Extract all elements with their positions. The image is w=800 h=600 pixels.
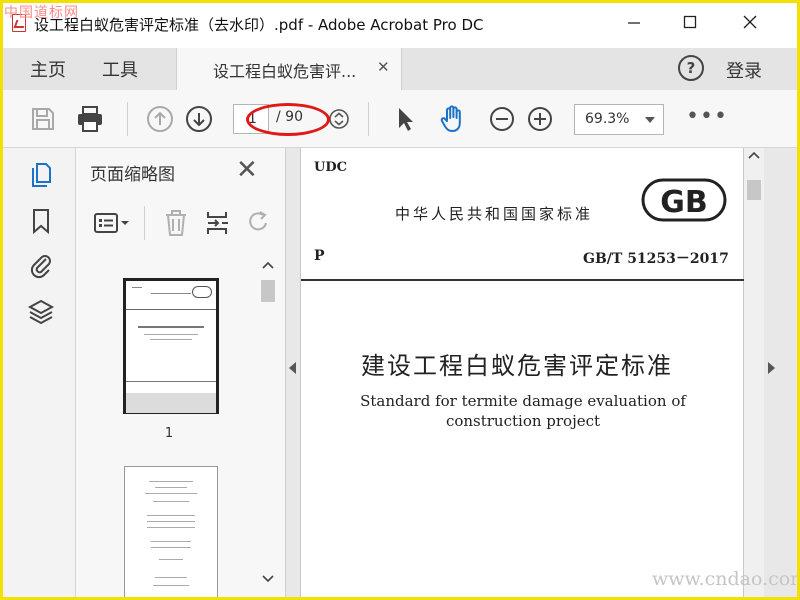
minimize-icon — [628, 22, 640, 24]
next-page-button[interactable] — [184, 104, 214, 134]
toolbar: 1 / 90 69.3% ••• — [0, 90, 800, 148]
trash-icon — [166, 210, 186, 236]
maximize-icon — [683, 15, 697, 29]
save-button[interactable] — [28, 104, 58, 134]
page-stepper-icon — [329, 109, 349, 129]
page-thumbnails-button[interactable] — [26, 160, 56, 190]
layers-icon — [27, 299, 55, 325]
page-thumbnail-number: 1 — [164, 426, 174, 441]
select-pointer-icon — [399, 108, 413, 131]
maximize-button[interactable] — [670, 8, 710, 40]
panel-close-button[interactable]: ✕ — [236, 156, 258, 184]
document-tab-close-button[interactable]: ✕ — [377, 58, 390, 76]
pdf-page: UDC 中华人民共和国国家标准 GB P GB/T 51253－2017 建设工… — [300, 148, 745, 600]
menu-bar: 主页 工具 设工程白蚁危害评... ✕ ? 登录 — [0, 48, 800, 90]
layers-button[interactable] — [26, 296, 56, 326]
insert-page-icon — [207, 212, 228, 234]
print-icon — [78, 106, 102, 132]
minimize-button[interactable] — [614, 8, 654, 40]
select-tool-button[interactable] — [390, 104, 420, 134]
document-title-chinese: 建设工程白蚁危害评定标准 — [361, 352, 673, 380]
zoom-level-select[interactable]: 69.3% — [574, 104, 664, 135]
standard-code: GB/T 51253－2017 — [583, 251, 729, 267]
attachments-button[interactable] — [26, 250, 56, 280]
document-title-english-line1: Standard for termite damage evaluation o… — [360, 392, 686, 410]
zoom-in-button[interactable] — [525, 104, 555, 134]
panel-separator — [144, 206, 145, 240]
collapse-left-panel-icon[interactable] — [289, 362, 296, 374]
chevron-up-icon[interactable] — [744, 150, 764, 164]
attachments-icon — [30, 255, 51, 279]
bookmarks-icon — [33, 209, 49, 235]
national-standard-heading: 中华人民共和国国家标准 — [395, 205, 594, 223]
insert-page-button[interactable] — [202, 206, 234, 240]
close-icon — [743, 15, 757, 29]
expand-right-panel-icon[interactable] — [768, 362, 775, 374]
gb-standard-logo: GB — [641, 178, 727, 222]
chevron-down-icon — [645, 117, 655, 123]
options-menu-icon — [94, 213, 129, 233]
bookmarks-button[interactable] — [26, 206, 56, 236]
help-icon[interactable]: ? — [678, 55, 704, 81]
previous-page-button[interactable] — [145, 104, 175, 134]
page-thumbnail[interactable] — [123, 278, 219, 414]
document-tab-label: 设工程白蚁危害评... — [213, 62, 357, 81]
navigation-rail — [0, 148, 76, 600]
udc-label: UDC — [314, 160, 347, 175]
panel-title: 页面缩略图 — [90, 165, 175, 185]
red-annotation-ellipse — [246, 103, 330, 136]
thumbnail-options-button[interactable] — [90, 206, 134, 240]
login-button[interactable]: 登录 — [726, 57, 762, 83]
watermark-bottom-right: www.cndao.com — [652, 568, 800, 590]
thumbnail-scrollbar[interactable] — [258, 260, 278, 600]
svg-text:GB: GB — [660, 185, 708, 220]
toolbar-separator — [368, 102, 369, 136]
save-icon — [32, 108, 54, 130]
delete-page-button[interactable] — [160, 206, 192, 240]
chevron-down-icon[interactable] — [258, 574, 278, 588]
title-bar: 中国道标网 设工程白蚁危害评定标准（去水印）.pdf - Adobe Acrob… — [0, 0, 800, 48]
menu-tools[interactable]: 工具 — [102, 56, 138, 82]
rotate-page-button[interactable] — [244, 206, 274, 240]
chevron-up-icon[interactable] — [258, 260, 278, 274]
page-divider — [301, 279, 745, 281]
page-down-icon — [186, 106, 212, 132]
rotate-icon — [249, 211, 267, 231]
hand-tool-button[interactable] — [438, 104, 468, 134]
toolbar-separator — [127, 102, 128, 136]
zoom-in-icon — [528, 107, 552, 131]
scrollbar-thumb[interactable] — [747, 180, 761, 200]
document-tab[interactable]: 设工程白蚁危害评... ✕ — [176, 48, 402, 90]
menu-home[interactable]: 主页 — [30, 56, 66, 82]
page-thumbnail[interactable] — [124, 466, 218, 600]
close-window-button[interactable] — [730, 8, 770, 40]
classification-label: P — [314, 248, 325, 264]
document-title-english-line2: construction project — [445, 412, 601, 430]
page-thumbnails-icon — [32, 163, 51, 187]
print-button[interactable] — [75, 104, 105, 134]
hand-tool-icon — [440, 105, 461, 132]
window-title: 设工程白蚁危害评定标准（去水印）.pdf - Adobe Acrobat Pro… — [34, 16, 484, 34]
document-view[interactable]: UDC 中华人民共和国国家标准 GB P GB/T 51253－2017 建设工… — [286, 148, 800, 600]
zoom-out-icon — [490, 107, 514, 131]
page-thumbnails-panel: 页面缩略图 ✕ 1 — [76, 148, 286, 600]
zoom-level-value: 69.3% — [585, 111, 630, 127]
document-scrollbar[interactable] — [744, 148, 764, 600]
page-up-icon — [147, 106, 173, 132]
more-tools-button[interactable]: ••• — [686, 104, 728, 130]
thumbnail-list: 1 — [76, 258, 262, 600]
scrollbar-thumb[interactable] — [261, 280, 275, 302]
zoom-out-button[interactable] — [487, 104, 517, 134]
